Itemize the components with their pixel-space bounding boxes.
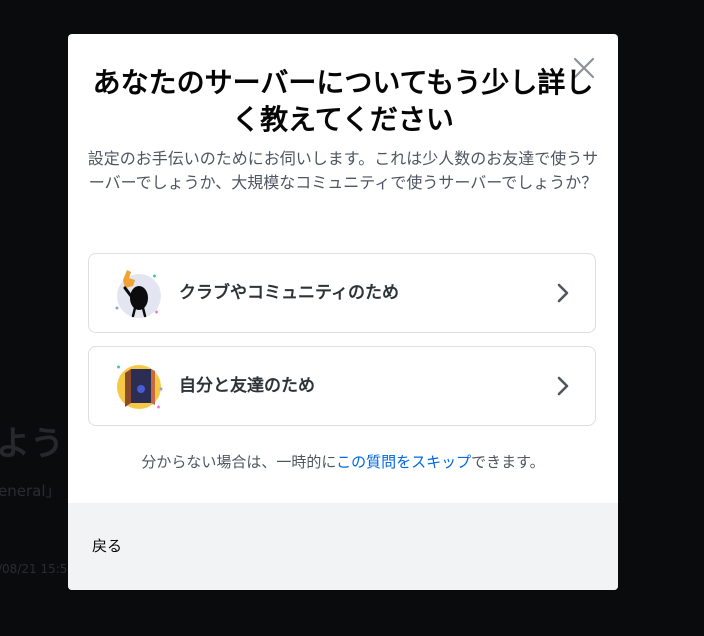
skip-question-link[interactable]: この質問をスキップ	[336, 453, 471, 471]
skip-hint: 分からない場合は、一時的にこの質問をスキップできます。	[68, 451, 618, 472]
friends-door-icon	[117, 365, 163, 409]
chevron-right-icon	[557, 283, 569, 303]
background-date-text: /08/21 15:5	[0, 562, 68, 576]
background-heading: よう	[0, 424, 64, 464]
background-channel-text: eneral」	[0, 482, 61, 500]
modal-footer: 戻る	[68, 503, 618, 590]
chevron-right-icon	[557, 376, 569, 396]
skip-hint-suffix: できます。	[471, 453, 545, 471]
modal-subtitle: 設定のお手伝いのためにお伺いします。これは少人数のお友達で使うサーバーでしょうか…	[87, 149, 599, 192]
option-club-community[interactable]: クラブやコミュニティのため	[88, 253, 596, 333]
modal-title: あなたのサーバーについてもう少し詳しく教えてください	[92, 66, 594, 136]
option-me-and-friends[interactable]: 自分と友達のため	[88, 346, 596, 426]
option-club-community-label: クラブやコミュニティのため	[179, 283, 399, 303]
club-community-icon	[115, 270, 161, 318]
server-purpose-modal: あなたのサーバーについてもう少し詳しく教えてください 設定のお手伝いのためにお伺…	[68, 34, 618, 590]
skip-hint-prefix: 分からない場合は、一時的に	[141, 453, 337, 471]
back-button[interactable]: 戻る	[92, 503, 122, 590]
option-me-and-friends-label: 自分と友達のため	[179, 376, 315, 396]
